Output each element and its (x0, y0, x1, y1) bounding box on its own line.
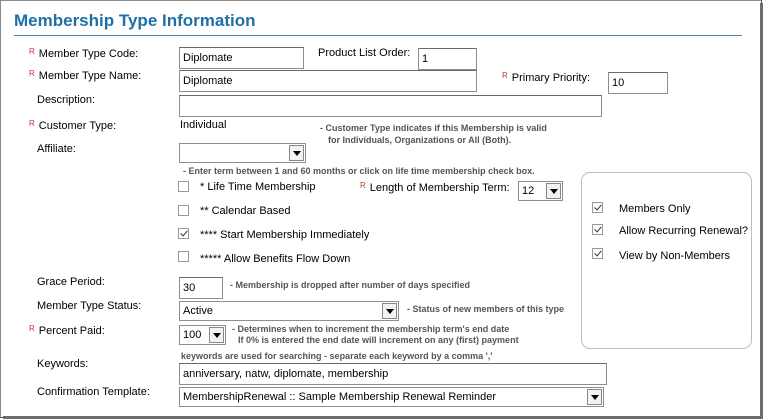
confirmation-template-select[interactable]: MembershipRenewal :: Sample Membership R… (179, 387, 604, 407)
description-label: Description: (37, 94, 96, 106)
length-of-term-select[interactable]: 12 (518, 181, 563, 201)
life-time-membership-label: * Life Time Membership (200, 181, 316, 193)
description-input[interactable] (179, 95, 602, 117)
keywords-help: keywords are used for searching - separa… (181, 351, 493, 361)
required-marker: R (360, 181, 366, 190)
percent-paid-help-1: - Determines when to increment the membe… (232, 324, 510, 334)
calendar-based-checkbox[interactable] (178, 205, 189, 216)
length-of-term-label: R Length of Membership Term: (360, 181, 510, 194)
chevron-down-icon[interactable] (587, 389, 602, 405)
view-by-non-members-checkbox[interactable] (592, 248, 603, 259)
allow-recurring-renewal-label: Allow Recurring Renewal? (619, 225, 749, 237)
member-type-status-label: Member Type Status: (37, 300, 142, 312)
required-marker: R (29, 69, 35, 78)
percent-paid-label: R Percent Paid: (29, 324, 105, 337)
keywords-label: Keywords: (37, 358, 89, 370)
primary-priority-input[interactable]: 10 (608, 72, 668, 94)
start-membership-immediately-label: **** Start Membership Immediately (200, 229, 370, 241)
customer-type-label: R Customer Type: (29, 119, 117, 132)
percent-paid-select[interactable]: 100 (179, 325, 226, 345)
view-by-non-members-label: View by Non-Members (619, 250, 731, 262)
frame-shadow-bottom (3, 416, 763, 419)
allow-benefits-flow-down-checkbox[interactable] (178, 251, 189, 262)
chevron-down-icon[interactable] (382, 303, 397, 319)
primary-priority-label: R Primary Priority: (502, 71, 591, 84)
grace-period-help: - Membership is dropped after number of … (230, 280, 471, 290)
allow-recurring-renewal-checkbox[interactable] (592, 224, 603, 235)
member-type-status-help: - Status of new members of this type (407, 304, 565, 314)
chevron-down-icon[interactable] (546, 183, 561, 199)
chevron-down-icon[interactable] (289, 145, 304, 161)
grace-period-input[interactable]: 30 (179, 277, 223, 299)
confirmation-template-label: Confirmation Template: (37, 386, 150, 398)
affiliate-select[interactable] (179, 143, 306, 163)
customer-type-value: Individual (180, 119, 227, 131)
required-marker: R (29, 324, 35, 333)
customer-type-help-2: for Individuals, Organizations or All (B… (328, 135, 512, 145)
required-marker: R (502, 71, 508, 80)
frame-shadow-right (760, 3, 763, 419)
heading-divider (14, 35, 742, 36)
chevron-down-icon[interactable] (209, 327, 224, 343)
start-membership-immediately-checkbox[interactable] (178, 228, 189, 239)
term-help-text: - Enter term between 1 and 60 months or … (183, 166, 535, 176)
members-only-checkbox[interactable] (592, 202, 603, 213)
customer-type-help-1: - Customer Type indicates if this Member… (320, 123, 547, 133)
required-marker: R (29, 119, 35, 128)
product-list-order-input[interactable]: 1 (418, 48, 477, 70)
allow-benefits-flow-down-label: ***** Allow Benefits Flow Down (200, 253, 351, 265)
percent-paid-help-2: If 0% is entered the end date will incre… (238, 335, 519, 345)
life-time-membership-checkbox[interactable] (178, 181, 189, 192)
members-only-label: Members Only (619, 203, 691, 215)
product-list-order-label: Product List Order: (318, 47, 411, 59)
section-heading: Membership Type Information (14, 11, 256, 30)
calendar-based-label: ** Calendar Based (200, 205, 291, 217)
member-type-code-label: R Member Type Code: (29, 47, 139, 60)
required-marker: R (29, 47, 35, 56)
member-type-code-input[interactable]: Diplomate (179, 47, 304, 69)
member-type-status-select[interactable]: Active (179, 301, 399, 321)
member-type-name-input[interactable]: Diplomate (179, 70, 477, 92)
keywords-input[interactable]: anniversary, natw, diplomate, membership (179, 363, 607, 385)
affiliate-label: Affiliate: (37, 143, 76, 155)
member-type-name-label: R Member Type Name: (29, 69, 142, 82)
grace-period-label: Grace Period: (37, 276, 105, 288)
